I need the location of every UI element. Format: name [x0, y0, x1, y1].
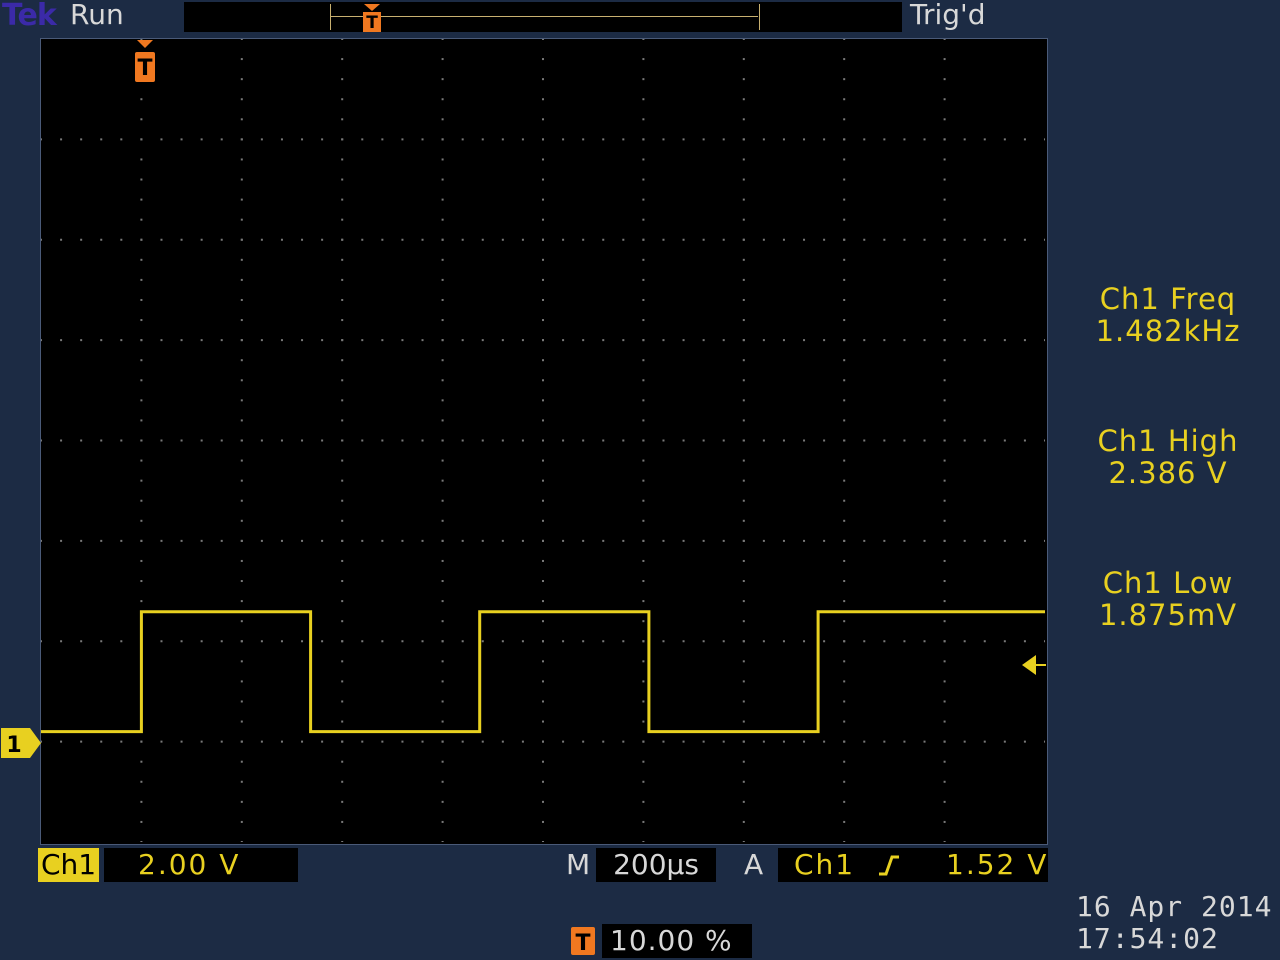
trigger-status: Trig'd: [910, 0, 986, 31]
measurement-freq: Ch1 Freq 1.482kHz: [1078, 282, 1258, 348]
measurement-value: 1.875mV: [1098, 598, 1238, 632]
time-per-div[interactable]: 200µs: [596, 848, 716, 882]
measurement-value: 2.386 V: [1108, 456, 1228, 490]
ch1-ground-marker[interactable]: 1: [0, 727, 42, 759]
measurement-low: Ch1 Low 1.875mV: [1078, 566, 1258, 632]
trigger-source: Ch1: [794, 848, 856, 881]
measurement-high: Ch1 High 2.386 V: [1078, 424, 1258, 490]
trigger-position[interactable]: 10.00 %: [602, 924, 752, 958]
trigger-prefix: A: [744, 848, 766, 881]
trigger-position-marker-icon[interactable]: T: [132, 38, 158, 84]
record-window: [330, 4, 760, 30]
channel-indicator[interactable]: Ch1: [38, 848, 100, 882]
record-trigger-marker-label: T: [366, 13, 378, 33]
measurement-label: Ch1 Low: [1102, 566, 1234, 600]
timebase-prefix: M: [566, 848, 593, 881]
run-state: Run: [70, 0, 124, 31]
record-trigger-marker-icon: T: [363, 4, 381, 33]
trigger-level-marker-icon[interactable]: [1020, 653, 1048, 677]
trigger-position-marker-label: T: [137, 56, 152, 81]
trigger-position-icon: T: [571, 927, 595, 956]
tek-logo: Tek: [2, 0, 57, 33]
volts-per-div[interactable]: 2.00 V: [104, 848, 298, 882]
measurement-label: Ch1 Freq: [1099, 282, 1237, 316]
measurement-label: Ch1 High: [1097, 424, 1239, 458]
date: 16 Apr 2014: [1076, 890, 1273, 923]
trigger-position-icon-label: T: [575, 931, 590, 956]
time: 17:54:02: [1076, 922, 1219, 955]
ch1-ground-marker-label: 1: [6, 733, 21, 758]
ch1-trace: [41, 610, 1045, 734]
rising-edge-icon: [879, 855, 899, 876]
ch1-waveform: [41, 610, 1045, 734]
trigger-level: 1.52 V: [946, 848, 1049, 881]
measurement-value: 1.482kHz: [1095, 314, 1241, 348]
